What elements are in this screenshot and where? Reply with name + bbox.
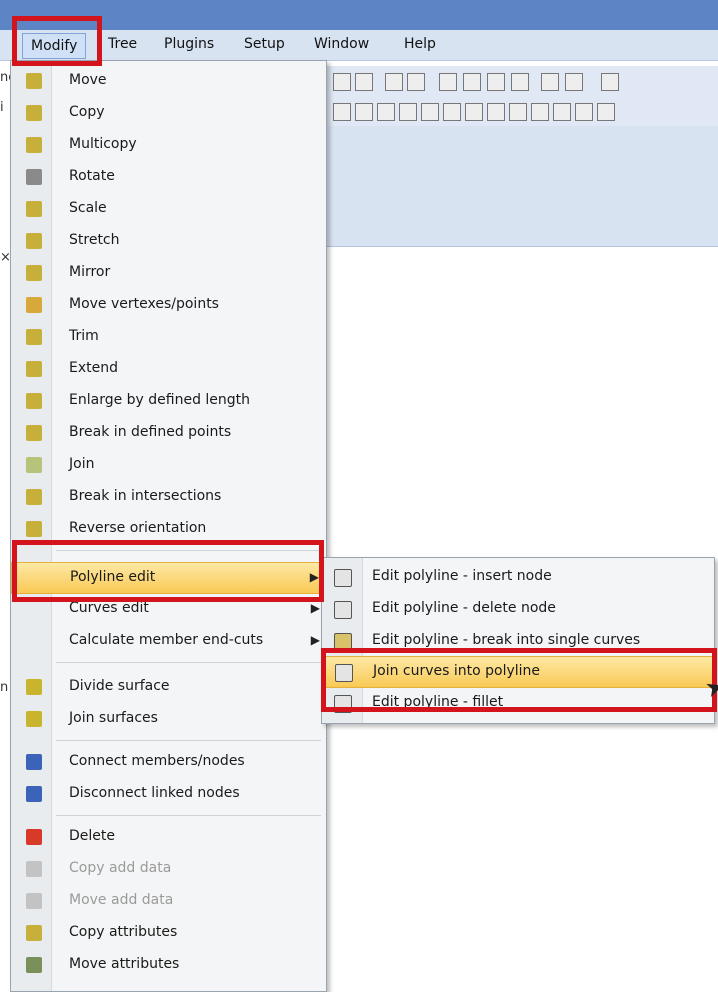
toolbar-icon[interactable] — [385, 73, 403, 91]
move-add-data-icon — [26, 893, 42, 909]
menu-item-rotate[interactable]: Rotate — [11, 162, 326, 194]
toolbar-icon[interactable] — [421, 103, 439, 121]
menu-help[interactable]: Help — [404, 36, 436, 52]
move-vertexes-icon — [26, 297, 42, 313]
toolbar-icon[interactable] — [487, 103, 505, 121]
print-icon[interactable] — [439, 73, 457, 91]
menu-separator — [56, 815, 321, 816]
menu-item-break-intersections[interactable]: Break in intersections — [11, 482, 326, 514]
reverse-orientation-icon — [26, 521, 42, 537]
menu-separator — [56, 740, 321, 741]
menu-item-member-end-cuts[interactable]: Calculate member end-cuts ▶ — [11, 626, 326, 658]
toolbar-icon[interactable] — [355, 73, 373, 91]
toolbar-icon[interactable] — [443, 103, 461, 121]
toolbar-icon[interactable] — [511, 73, 529, 91]
menu-item-join-surfaces[interactable]: Join surfaces — [11, 704, 326, 736]
menu-item-multicopy[interactable]: Multicopy — [11, 130, 326, 162]
menu-item-scale[interactable]: Scale — [11, 194, 326, 226]
annotation-highlight-polyline-edit — [12, 540, 324, 602]
menu-item-connect-members[interactable]: Connect members/nodes — [11, 747, 326, 779]
menu-item-join[interactable]: Join — [11, 450, 326, 482]
menu-item-move[interactable]: Move — [11, 66, 326, 98]
disconnect-nodes-icon — [26, 786, 42, 802]
menu-item-delete[interactable]: Delete — [11, 822, 326, 854]
ribbon-area — [325, 126, 718, 247]
toolbar-modify — [325, 96, 718, 126]
scale-icon — [26, 201, 42, 217]
menu-item-copy[interactable]: Copy — [11, 98, 326, 130]
stretch-icon — [26, 233, 42, 249]
menu-plugins[interactable]: Plugins — [164, 36, 214, 52]
toolbar-icon[interactable] — [407, 73, 425, 91]
delete-node-icon — [334, 601, 352, 619]
toolbar-icon[interactable] — [465, 103, 483, 121]
menu-tree[interactable]: Tree — [108, 36, 137, 52]
move-attributes-icon — [26, 957, 42, 973]
toolbar-icon[interactable] — [333, 73, 351, 91]
menu-bar: Modify Tree Plugins Setup Window Help — [0, 30, 718, 61]
home-icon[interactable] — [601, 73, 619, 91]
menu-item-copy-add-data[interactable]: Copy add data — [11, 854, 326, 886]
toolbar-icon[interactable] — [597, 103, 615, 121]
modify-menu: Move Copy Multicopy Rotate Scale Stretch… — [10, 60, 327, 992]
menu-item-extend[interactable]: Extend — [11, 354, 326, 386]
connect-members-icon — [26, 754, 42, 770]
join-surfaces-icon — [26, 711, 42, 727]
toolbar-icon[interactable] — [355, 103, 373, 121]
copy-attributes-icon — [26, 925, 42, 941]
copy-icon — [26, 105, 42, 121]
menu-item-copy-attributes[interactable]: Copy attributes — [11, 918, 326, 950]
join-icon — [26, 457, 42, 473]
submenu-item-insert-node[interactable]: Edit polyline - insert node — [322, 562, 714, 594]
menu-setup[interactable]: Setup — [244, 36, 285, 52]
rotate-icon — [26, 169, 42, 185]
toolbar-icon[interactable] — [565, 73, 583, 91]
menu-item-break-points[interactable]: Break in defined points — [11, 418, 326, 450]
toolbar-icon[interactable] — [553, 103, 571, 121]
divide-surface-icon — [26, 679, 42, 695]
menu-separator — [56, 662, 321, 663]
extend-icon — [26, 361, 42, 377]
menu-item-stretch[interactable]: Stretch — [11, 226, 326, 258]
submenu-item-delete-node[interactable]: Edit polyline - delete node — [322, 594, 714, 626]
menu-window[interactable]: Window — [314, 36, 369, 52]
menu-item-trim[interactable]: Trim — [11, 322, 326, 354]
copy-add-data-icon — [26, 861, 42, 877]
insert-node-icon — [334, 569, 352, 587]
delete-icon — [26, 829, 42, 845]
toolbar-icon[interactable] — [509, 103, 527, 121]
annotation-highlight-modify — [12, 16, 102, 66]
menu-item-move-attributes[interactable]: Move attributes — [11, 950, 326, 982]
toolbar-icon[interactable] — [487, 73, 505, 91]
menu-item-move-vertexes[interactable]: Move vertexes/points — [11, 290, 326, 322]
left-stub-text: i — [0, 100, 4, 115]
toolbar-icon[interactable] — [531, 103, 549, 121]
title-bar — [0, 0, 718, 30]
left-stub-text: n — [0, 680, 9, 695]
toolbar-icon[interactable] — [541, 73, 559, 91]
toolbar-icon[interactable] — [463, 73, 481, 91]
submenu-arrow-icon: ▶ — [310, 633, 320, 647]
submenu-arrow-icon: ▶ — [310, 601, 320, 615]
multicopy-icon — [26, 137, 42, 153]
left-stub-text: ne — [0, 70, 17, 85]
toolbar-icon[interactable] — [399, 103, 417, 121]
menu-item-divide-surface[interactable]: Divide surface — [11, 672, 326, 704]
trim-icon — [26, 329, 42, 345]
toolbar-icon[interactable] — [333, 103, 351, 121]
break-intersections-icon — [26, 489, 42, 505]
menu-item-mirror[interactable]: Mirror — [11, 258, 326, 290]
mirror-icon — [26, 265, 42, 281]
enlarge-icon — [26, 393, 42, 409]
move-icon — [26, 73, 42, 89]
close-icon[interactable]: × — [0, 250, 11, 265]
toolbar-top — [325, 66, 718, 96]
toolbar-icon[interactable] — [377, 103, 395, 121]
menu-item-enlarge[interactable]: Enlarge by defined length — [11, 386, 326, 418]
toolbar-icon[interactable] — [575, 103, 593, 121]
menu-item-move-add-data[interactable]: Move add data — [11, 886, 326, 918]
annotation-highlight-join-curves — [321, 648, 717, 712]
menu-item-disconnect-nodes[interactable]: Disconnect linked nodes — [11, 779, 326, 811]
break-points-icon — [26, 425, 42, 441]
